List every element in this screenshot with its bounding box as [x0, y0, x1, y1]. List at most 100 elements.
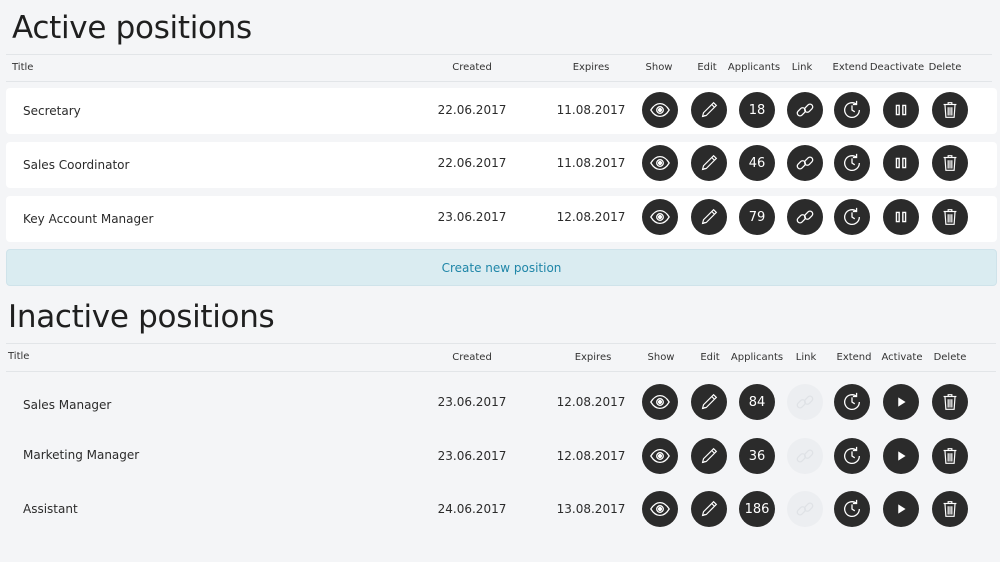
trash-icon	[939, 152, 961, 174]
eye-icon	[649, 99, 671, 121]
eye-icon	[649, 498, 671, 520]
applicants-count: 79	[748, 209, 766, 225]
divider	[6, 54, 992, 55]
link-icon	[794, 152, 816, 174]
activate-button[interactable]	[883, 438, 919, 474]
pause-icon	[890, 99, 912, 121]
created-date: 23.06.2017	[437, 395, 507, 409]
link-icon	[794, 99, 816, 121]
show-button[interactable]	[642, 491, 678, 527]
divider	[6, 371, 996, 372]
applicants-button[interactable]: 186	[739, 491, 775, 527]
header-title: Title	[8, 351, 30, 362]
delete-button[interactable]	[932, 438, 968, 474]
applicants-button[interactable]: 84	[739, 384, 775, 420]
link-icon	[794, 445, 816, 467]
header-created: Created	[452, 62, 492, 73]
link-button	[787, 491, 823, 527]
edit-button[interactable]	[691, 92, 727, 128]
expires-date: 12.08.2017	[556, 449, 626, 463]
extend-button[interactable]	[834, 491, 870, 527]
eye-icon	[649, 445, 671, 467]
expires-date: 11.08.2017	[556, 103, 626, 117]
link-button	[787, 438, 823, 474]
delete-button[interactable]	[932, 92, 968, 128]
edit-button[interactable]	[691, 145, 727, 181]
edit-button[interactable]	[691, 438, 727, 474]
expires-date: 12.08.2017	[556, 210, 626, 224]
delete-button[interactable]	[932, 491, 968, 527]
applicants-button[interactable]: 79	[739, 199, 775, 235]
activate-button[interactable]	[883, 491, 919, 527]
create-position-label: Create new position	[441, 260, 562, 275]
create-position-button[interactable]: Create new position	[6, 249, 997, 286]
delete-button[interactable]	[932, 384, 968, 420]
header-delete: Delete	[933, 352, 967, 363]
trash-icon	[939, 445, 961, 467]
header-extend: Extend	[836, 352, 872, 363]
deactivate-button[interactable]	[883, 145, 919, 181]
divider	[6, 343, 996, 344]
link-button[interactable]	[787, 92, 823, 128]
created-date: 22.06.2017	[437, 156, 507, 170]
header-show: Show	[645, 62, 673, 73]
pencil-icon	[698, 391, 720, 413]
delete-button[interactable]	[932, 199, 968, 235]
applicants-button[interactable]: 36	[739, 438, 775, 474]
position-title: Key Account Manager	[23, 212, 154, 226]
header-applicants: Applicants	[730, 352, 784, 363]
divider	[6, 81, 992, 82]
expires-date: 12.08.2017	[556, 395, 626, 409]
edit-button[interactable]	[691, 199, 727, 235]
trash-icon	[939, 391, 961, 413]
header-activate: Activate	[881, 352, 923, 363]
expires-date: 11.08.2017	[556, 156, 626, 170]
pencil-icon	[698, 445, 720, 467]
position-title: Assistant	[23, 502, 78, 516]
show-button[interactable]	[642, 92, 678, 128]
clock-refresh-icon	[841, 206, 863, 228]
applicants-button[interactable]: 46	[739, 145, 775, 181]
header-link: Link	[795, 352, 817, 363]
edit-button[interactable]	[691, 491, 727, 527]
pencil-icon	[698, 206, 720, 228]
header-expires: Expires	[572, 62, 610, 73]
show-button[interactable]	[642, 145, 678, 181]
created-date: 23.06.2017	[437, 210, 507, 224]
show-button[interactable]	[642, 199, 678, 235]
applicants-count: 18	[748, 102, 766, 118]
show-button[interactable]	[642, 384, 678, 420]
show-button[interactable]	[642, 438, 678, 474]
active-positions-title: Active positions	[12, 10, 252, 46]
deactivate-button[interactable]	[883, 92, 919, 128]
pause-icon	[890, 206, 912, 228]
trash-icon	[939, 498, 961, 520]
applicants-count: 46	[748, 155, 766, 171]
pencil-icon	[698, 99, 720, 121]
link-icon	[794, 206, 816, 228]
link-button[interactable]	[787, 199, 823, 235]
extend-button[interactable]	[834, 199, 870, 235]
header-edit: Edit	[697, 62, 717, 73]
extend-button[interactable]	[834, 145, 870, 181]
eye-icon	[649, 391, 671, 413]
deactivate-button[interactable]	[883, 199, 919, 235]
header-delete: Delete	[928, 62, 962, 73]
link-icon	[794, 391, 816, 413]
link-button[interactable]	[787, 145, 823, 181]
applicants-button[interactable]: 18	[739, 92, 775, 128]
header-deactivate: Deactivate	[869, 62, 925, 73]
edit-button[interactable]	[691, 384, 727, 420]
header-edit: Edit	[700, 352, 720, 363]
header-created: Created	[452, 352, 492, 363]
extend-button[interactable]	[834, 438, 870, 474]
delete-button[interactable]	[932, 145, 968, 181]
extend-button[interactable]	[834, 384, 870, 420]
created-date: 24.06.2017	[437, 502, 507, 516]
pencil-icon	[698, 152, 720, 174]
activate-button[interactable]	[883, 384, 919, 420]
trash-icon	[939, 206, 961, 228]
extend-button[interactable]	[834, 92, 870, 128]
pencil-icon	[698, 498, 720, 520]
link-button	[787, 384, 823, 420]
